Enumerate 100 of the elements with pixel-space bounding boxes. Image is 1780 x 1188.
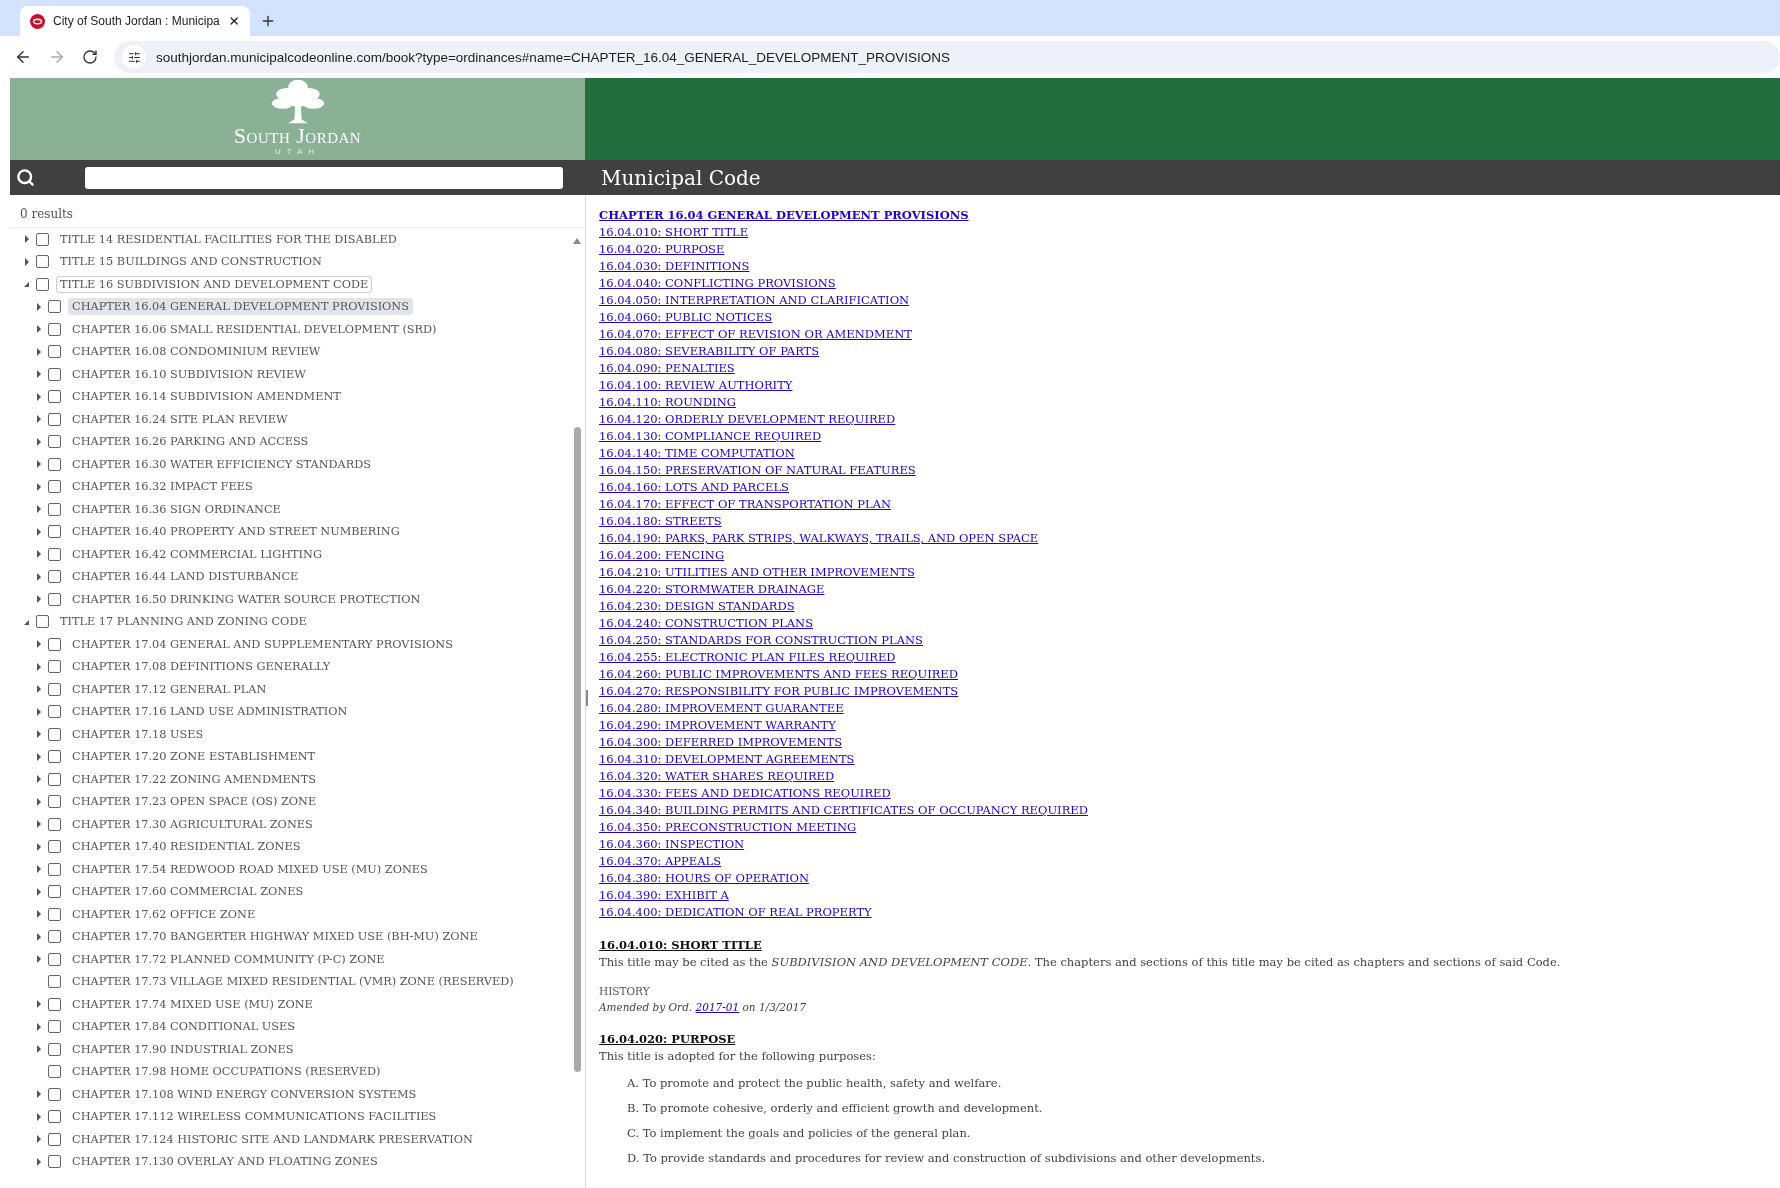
checkbox[interactable] <box>36 255 49 269</box>
tree-item[interactable]: CHAPTER 17.112 WIRELESS COMMUNICATIONS FACILITIES <box>68 1108 441 1126</box>
tree-item[interactable]: CHAPTER 16.04 GENERAL DEVELOPMENT PROVISIONS <box>68 298 413 316</box>
checkbox[interactable] <box>48 750 61 764</box>
tree-item[interactable]: CHAPTER 17.108 WIND ENERGY CONVERSION SYSTEMS <box>68 1085 421 1103</box>
checkbox[interactable] <box>48 840 61 854</box>
caret-right-icon[interactable] <box>36 437 42 446</box>
caret-right-icon[interactable] <box>36 505 42 514</box>
section-link[interactable]: 16.04.250: STANDARDS FOR CONSTRUCTION PLANS <box>599 632 923 649</box>
checkbox[interactable] <box>48 930 61 944</box>
caret-right-icon[interactable] <box>24 235 30 244</box>
tree-item[interactable]: CHAPTER 17.70 BANGERTER HIGHWAY MIXED USE (BH-MU) ZONE <box>68 928 482 946</box>
checkbox[interactable] <box>48 1132 61 1146</box>
section-link[interactable]: 16.04.270: RESPONSIBILITY FOR PUBLIC IMPROVEMENTS <box>599 683 959 700</box>
caret-right-icon[interactable] <box>36 887 42 896</box>
checkbox[interactable] <box>48 862 61 876</box>
section-link[interactable]: 16.04.320: WATER SHARES REQUIRED <box>599 768 835 785</box>
caret-right-icon[interactable] <box>36 775 42 784</box>
checkbox[interactable] <box>48 345 61 359</box>
caret-right-icon[interactable] <box>36 640 42 649</box>
tree-item[interactable]: CHAPTER 17.23 OPEN SPACE (OS) ZONE <box>68 793 321 811</box>
caret-right-icon[interactable] <box>36 752 42 761</box>
section-link[interactable]: 16.04.360: INSPECTION <box>599 836 745 853</box>
caret-right-icon[interactable] <box>36 572 42 581</box>
caret-right-icon[interactable] <box>36 865 42 874</box>
tree-item[interactable]: CHAPTER 17.16 LAND USE ADMINISTRATION <box>68 703 352 721</box>
caret-right-icon[interactable] <box>36 685 42 694</box>
tree-item[interactable]: CHAPTER 17.18 USES <box>68 725 208 743</box>
tree-item[interactable]: CHAPTER 17.72 PLANNED COMMUNITY (P-C) ZONE <box>68 950 389 968</box>
tree-item[interactable]: CHAPTER 17.73 VILLAGE MIXED RESIDENTIAL (VMR) ZONE (RESERVED) <box>68 973 518 991</box>
checkbox[interactable] <box>48 727 61 741</box>
caret-right-icon[interactable] <box>36 595 42 604</box>
tree-item[interactable]: TITLE 16 SUBDIVISION AND DEVELOPMENT CODE <box>56 275 373 293</box>
section-link[interactable]: 16.04.090: PENALTIES <box>599 360 735 377</box>
tree-item[interactable]: CHAPTER 16.26 PARKING AND ACCESS <box>68 433 313 451</box>
checkbox[interactable] <box>48 975 61 989</box>
checkbox[interactable] <box>36 232 49 246</box>
tree-item[interactable]: CHAPTER 17.124 HISTORIC SITE AND LANDMARK PRESERVATION <box>68 1130 477 1148</box>
caret-down-icon[interactable] <box>24 280 30 289</box>
checkbox[interactable] <box>48 795 61 809</box>
tree-item[interactable]: CHAPTER 16.14 SUBDIVISION AMENDMENT <box>68 388 345 406</box>
section-link[interactable]: 16.04.070: EFFECT OF REVISION OR AMENDMENT <box>599 326 912 343</box>
tree-item[interactable]: CHAPTER 16.44 LAND DISTURBANCE <box>68 568 303 586</box>
address-bar[interactable]: southjordan.municipalcodeonline.com/book?type=ordinances#name=CHAPTER_16.04_GENERAL_DEVELOPMENT_PROVISIONS <box>114 41 1780 73</box>
caret-right-icon[interactable] <box>36 415 42 424</box>
section-link[interactable]: 16.04.400: DEDICATION OF REAL PROPERTY <box>599 904 872 921</box>
reload-button[interactable] <box>82 49 98 65</box>
checkbox[interactable] <box>48 1042 61 1056</box>
tree-item[interactable]: CHAPTER 17.20 ZONE ESTABLISHMENT <box>68 748 320 766</box>
tree-item[interactable]: CHAPTER 16.06 SMALL RESIDENTIAL DEVELOPMENT (SRD) <box>68 320 441 338</box>
search-field[interactable] <box>85 166 563 189</box>
caret-right-icon[interactable] <box>36 730 42 739</box>
tree-item[interactable]: CHAPTER 17.04 GENERAL AND SUPPLEMENTARY PROVISIONS <box>68 635 457 653</box>
new-tab-button[interactable] <box>260 13 276 29</box>
tree-item[interactable]: CHAPTER 16.32 IMPACT FEES <box>68 478 257 496</box>
checkbox[interactable] <box>48 705 61 719</box>
section-link[interactable]: 16.04.160: LOTS AND PARCELS <box>599 479 789 496</box>
caret-right-icon[interactable] <box>36 1022 42 1031</box>
section-link[interactable]: 16.04.380: HOURS OF OPERATION <box>599 870 810 887</box>
section-link[interactable]: 16.04.350: PRECONSTRUCTION MEETING <box>599 819 857 836</box>
section-link[interactable]: 16.04.200: FENCING <box>599 547 725 564</box>
section-link[interactable]: 16.04.210: UTILITIES AND OTHER IMPROVEMENTS <box>599 564 915 581</box>
section-link[interactable]: 16.04.170: EFFECT OF TRANSPORTATION PLAN <box>599 496 891 513</box>
section-link[interactable]: 16.04.190: PARKS, PARK STRIPS, WALKWAYS, TRAILS, AND OPEN SPACE <box>599 530 1039 547</box>
section-link[interactable]: 16.04.040: CONFLICTING PROVISIONS <box>599 275 836 292</box>
checkbox[interactable] <box>48 570 61 584</box>
section-link[interactable]: 16.04.050: INTERPRETATION AND CLARIFICATION <box>599 292 910 309</box>
checkbox[interactable] <box>48 435 61 449</box>
section-link[interactable]: 16.04.150: PRESERVATION OF NATURAL FEATURES <box>599 462 916 479</box>
section-link[interactable]: 16.04.220: STORMWATER DRAINAGE <box>599 581 825 598</box>
checkbox[interactable] <box>48 997 61 1011</box>
checkbox[interactable] <box>48 525 61 539</box>
section-link[interactable]: 16.04.300: DEFERRED IMPROVEMENTS <box>599 734 843 751</box>
browser-tab[interactable]: City of South Jordan : Municipa <box>20 6 250 36</box>
checkbox[interactable] <box>48 322 61 336</box>
caret-right-icon[interactable] <box>36 325 42 334</box>
tree-item[interactable]: CHAPTER 17.12 GENERAL PLAN <box>68 680 271 698</box>
tree-item[interactable]: CHAPTER 16.36 SIGN ORDINANCE <box>68 500 285 518</box>
ordinance-link[interactable]: 2017-01 <box>695 1001 740 1013</box>
caret-right-icon[interactable] <box>36 527 42 536</box>
checkbox[interactable] <box>48 457 61 471</box>
tree-item[interactable]: CHAPTER 17.84 CONDITIONAL USES <box>68 1018 299 1036</box>
scrollbar-thumb[interactable] <box>574 427 581 1072</box>
site-settings-icon[interactable] <box>122 45 146 69</box>
checkbox[interactable] <box>48 592 61 606</box>
checkbox[interactable] <box>48 480 61 494</box>
tree-item[interactable]: TITLE 17 PLANNING AND ZONING CODE <box>56 613 311 631</box>
section-link[interactable]: 16.04.100: REVIEW AUTHORITY <box>599 377 793 394</box>
chapter-link[interactable]: CHAPTER 16.04 GENERAL DEVELOPMENT PROVISIONS <box>599 207 969 224</box>
section-link[interactable]: 16.04.110: ROUNDING <box>599 394 736 411</box>
caret-right-icon[interactable] <box>36 550 42 559</box>
section-link[interactable]: 16.04.255: ELECTRONIC PLAN FILES REQUIRED <box>599 649 896 666</box>
checkbox[interactable] <box>48 660 61 674</box>
section-link[interactable]: 16.04.120: ORDERLY DEVELOPMENT REQUIRED <box>599 411 896 428</box>
section-link[interactable]: 16.04.240: CONSTRUCTION PLANS <box>599 615 814 632</box>
caret-right-icon[interactable] <box>36 347 42 356</box>
tree-item[interactable]: CHAPTER 17.22 ZONING AMENDMENTS <box>68 770 320 788</box>
caret-right-icon[interactable] <box>36 797 42 806</box>
tree-item[interactable]: CHAPTER 16.40 PROPERTY AND STREET NUMBERING <box>68 523 404 541</box>
section-link[interactable]: 16.04.230: DESIGN STANDARDS <box>599 598 795 615</box>
